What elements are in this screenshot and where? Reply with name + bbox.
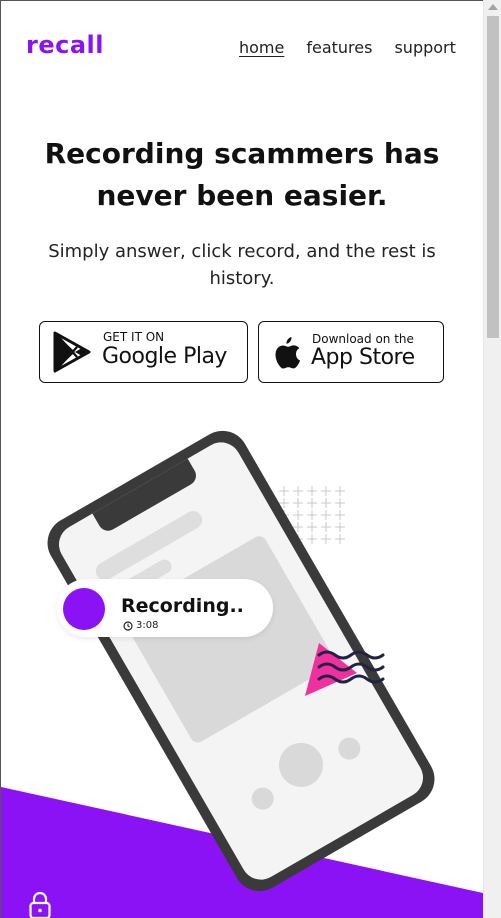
nav-support-link[interactable]: support xyxy=(394,38,455,57)
phone-illustration xyxy=(1,430,483,918)
scrollbar-thumb[interactable] xyxy=(487,16,499,338)
google-play-big-text: Google Play xyxy=(102,344,227,369)
hero-subline-line1: Simply answer, click record, and the res… xyxy=(48,241,436,262)
nav-home-link[interactable]: home xyxy=(239,38,284,57)
app-store-small-text: Download on the xyxy=(312,332,414,346)
hero-headline-line2: never been easier. xyxy=(96,179,388,212)
logo[interactable]: recall xyxy=(26,31,104,59)
hero-subline: Simply answer, click record, and the res… xyxy=(31,238,453,292)
scroll-up-arrow-icon[interactable] xyxy=(488,4,498,10)
hero-headline: Recording scammers has never been easier… xyxy=(21,133,463,217)
app-store-big-text: App Store xyxy=(311,345,415,370)
browser-viewport: recall home features support Recording s… xyxy=(0,0,501,918)
google-play-button[interactable]: GET IT ON Google Play xyxy=(39,321,248,383)
google-play-icon xyxy=(53,331,91,373)
main-nav: home features support xyxy=(239,38,456,57)
hero-headline-line1: Recording scammers has xyxy=(44,137,440,170)
hero-subline-line2: history. xyxy=(209,268,275,289)
nav-features-link[interactable]: features xyxy=(306,38,372,57)
recording-timer: 3:08 xyxy=(123,620,158,631)
clock-icon xyxy=(123,620,133,631)
lock-icon xyxy=(29,891,51,918)
recording-status-pill: Recording.. 3:08 xyxy=(57,579,273,637)
record-indicator-dot xyxy=(63,588,105,630)
apple-icon xyxy=(275,337,300,369)
app-store-button[interactable]: Download on the App Store xyxy=(258,321,444,383)
google-play-small-text: GET IT ON xyxy=(103,330,165,344)
recording-label: Recording.. xyxy=(121,595,244,617)
vertical-scrollbar[interactable] xyxy=(483,0,501,918)
recording-time-text: 3:08 xyxy=(136,620,159,631)
